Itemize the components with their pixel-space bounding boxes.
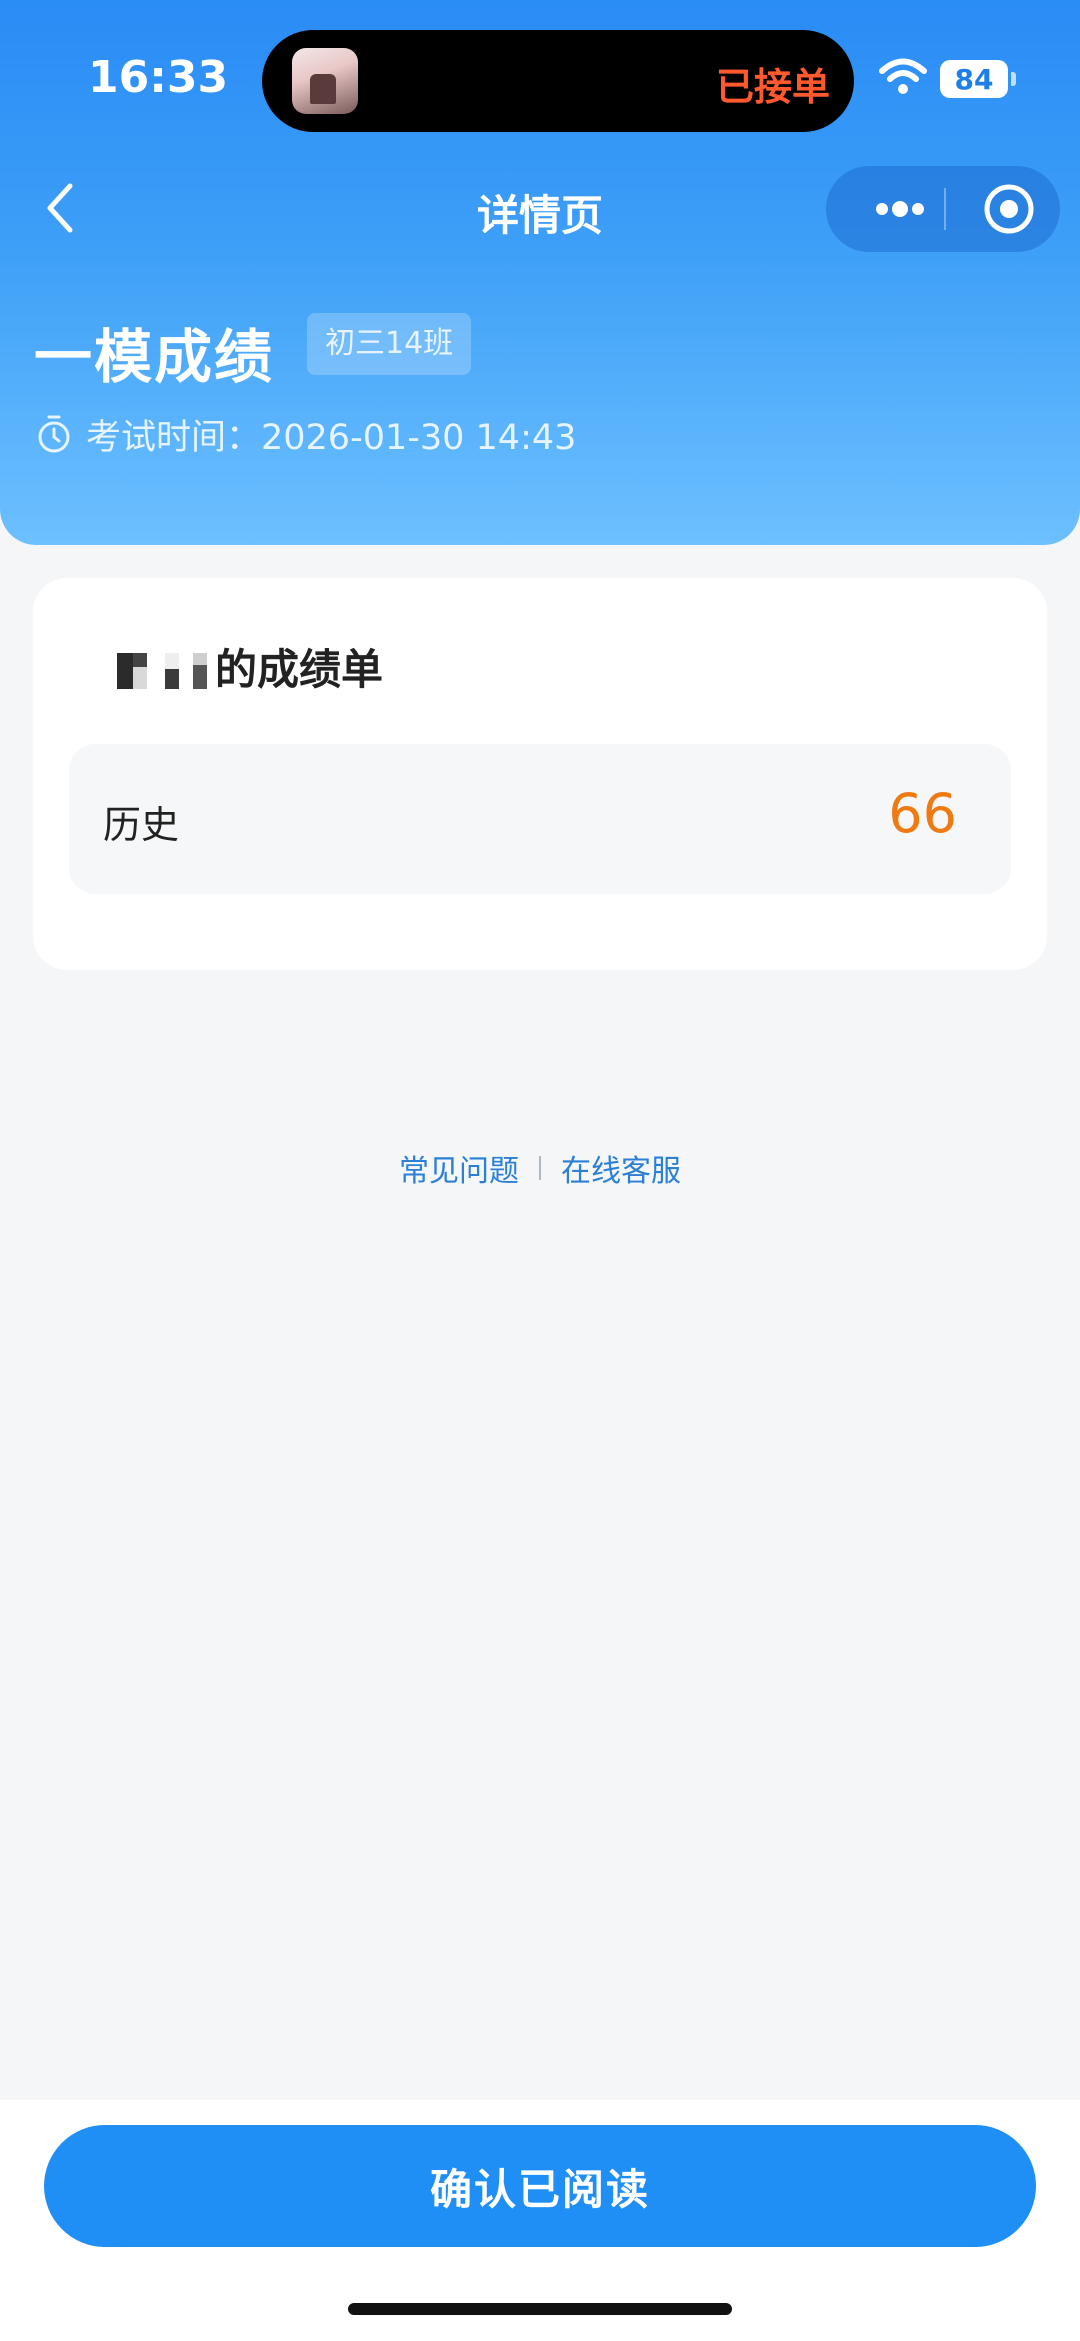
exam-title: 一模成绩 [34, 323, 275, 391]
island-status-text: 已接单 [715, 65, 830, 109]
link-separator [539, 1156, 541, 1180]
exam-time: 考试时间：2026-01-30 14:43 [86, 417, 577, 458]
battery-indicator: 84 [940, 60, 1008, 98]
capsule-divider [944, 188, 946, 230]
wifi-icon [879, 58, 927, 94]
battery-tip [1011, 72, 1016, 86]
more-options-icon[interactable] [852, 166, 948, 252]
subject-name: 历史 [103, 803, 180, 847]
exam-time-row: 考试时间：2026-01-30 14:43 [36, 412, 576, 458]
dynamic-island[interactable]: 已接单 [262, 30, 854, 132]
redacted-student-name [81, 643, 211, 689]
status-time: 16:33 [88, 52, 229, 103]
score-sheet-title: 的成绩单 [215, 644, 384, 694]
island-app-thumbnail [292, 48, 358, 114]
confirm-read-button[interactable]: 确认已阅读 [44, 2125, 1036, 2247]
help-links: 常见问题 在线客服 [0, 1146, 1080, 1190]
student-row: 的成绩单 [81, 638, 383, 694]
home-indicator [348, 2303, 732, 2315]
close-target-icon[interactable] [966, 166, 1052, 252]
subject-score: 66 [888, 782, 957, 845]
online-support-link[interactable]: 在线客服 [561, 1146, 681, 1190]
faq-link[interactable]: 常见问题 [399, 1146, 519, 1190]
timer-icon [38, 415, 70, 453]
class-tag: 初三14班 [307, 313, 472, 375]
page: 16:33 已接单 84 详情页 一模成绩 初三14班 考试时间：2026-01… [0, 0, 1080, 2341]
subject-row: 历史 66 [69, 744, 1011, 894]
mini-program-capsule [826, 166, 1060, 252]
score-card: 的成绩单 历史 66 [33, 578, 1047, 970]
